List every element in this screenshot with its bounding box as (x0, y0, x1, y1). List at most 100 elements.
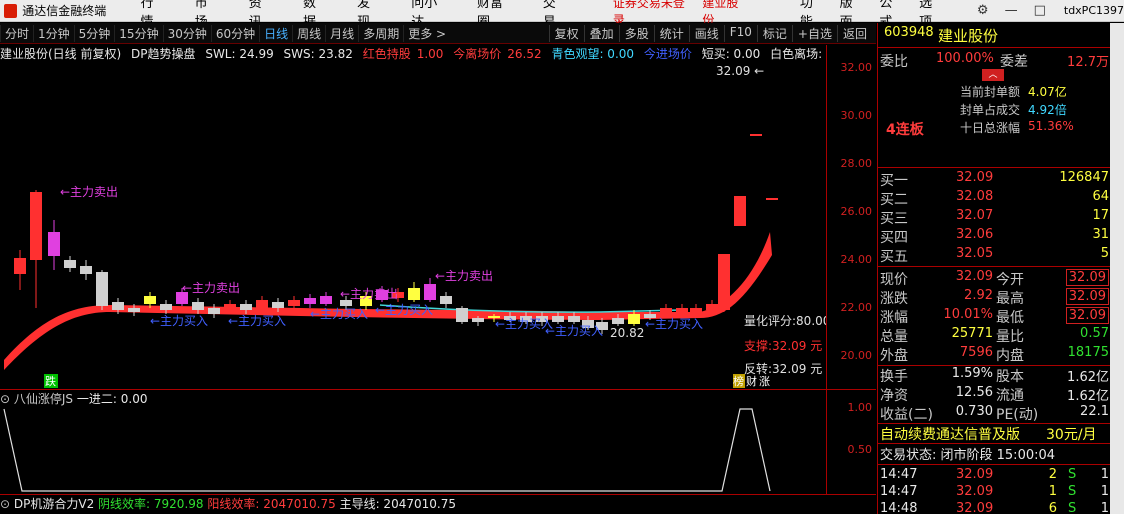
tick-price: 32.09 (956, 501, 994, 514)
sell-annotation: ←主力卖出 (340, 287, 398, 301)
chart-tool-button[interactable]: 叠加 (583, 24, 619, 42)
ten-day-label: 十日总涨幅 (960, 121, 1021, 135)
tick-price: 32.09 (956, 484, 994, 499)
candle-body (240, 304, 252, 310)
candle-body (734, 196, 746, 226)
minimize-icon[interactable]: — (1005, 3, 1018, 18)
yin-efficiency: 阴线效率: 7920.98 (98, 497, 204, 511)
today-leave-value: 26.52 (507, 47, 542, 61)
ad-price[interactable]: 30元/月 (1046, 424, 1097, 444)
tick-side: S (1068, 484, 1077, 499)
quant-score: 量化评分:80.00 (744, 314, 826, 328)
candle-body (112, 302, 124, 310)
limit-up-indicator-chart[interactable] (0, 405, 826, 495)
pane2-title[interactable]: 八仙涨停JS (14, 392, 73, 406)
stat-value: 0.730 (955, 404, 993, 419)
red-hold-value: 1.00 (416, 47, 444, 61)
trade-status: 交易状态: 闭市阶段 15:00:04 (880, 448, 1056, 463)
pane-collapse-icon[interactable]: ⊙ (0, 497, 10, 511)
tick-side: S (1068, 467, 1077, 482)
buy-level-row[interactable]: 买二 32.08 64 (878, 189, 1111, 208)
buy-level-row[interactable]: 买五 32.05 5 (878, 246, 1111, 265)
right-scrollbar[interactable] (1110, 23, 1124, 514)
reverse-level: 反转:32.09 元 (744, 361, 822, 376)
sell-annotation: ←主力卖出 (435, 269, 493, 283)
settings-icon[interactable]: ⚙ (977, 3, 989, 18)
buy-level-price: 32.08 (956, 189, 994, 204)
sell-annotation: ←主力卖出 (60, 185, 118, 199)
buy-level-price: 32.07 (956, 208, 994, 223)
period-tab[interactable]: 月线 (325, 24, 358, 42)
stat-label: 总量 (880, 329, 908, 345)
tag-cai[interactable]: 财 (746, 374, 757, 388)
period-tab[interactable]: 5分钟 (73, 24, 115, 42)
period-tab[interactable]: 30分钟 (162, 24, 211, 42)
pane-collapse-icon[interactable]: ⊙ (0, 392, 10, 406)
weibi-row: 委比 100.00% 委差 12.7万 (878, 51, 1111, 70)
candle-body (304, 298, 316, 304)
buy-level-price: 32.09 (956, 170, 994, 185)
candle-body (128, 308, 140, 312)
indicator-name[interactable]: DP趋势操盘 (131, 47, 195, 61)
candle-body (408, 288, 420, 300)
sell-annotation: ←主力卖出 (182, 281, 240, 295)
period-tab[interactable]: 周线 (292, 24, 325, 42)
ad-row[interactable]: 自动续费通达信普及版 30元/月 (878, 424, 1111, 443)
period-tab[interactable]: 分时 (0, 24, 33, 42)
tick-time: 14:47 (880, 484, 918, 499)
chart-tool-button[interactable]: 画线 (688, 24, 724, 42)
low-price-label: 20.82 (610, 326, 644, 340)
tick-volume: 2 (1048, 467, 1057, 482)
stat-value: 25771 (951, 326, 993, 341)
cyan-watch-value: 青色观望: 0.00 (551, 47, 635, 61)
candle-body (144, 296, 156, 304)
stat-label: 收益(二) (880, 407, 933, 423)
buy-annotation: ←主力买入 (545, 324, 603, 338)
stock-title: 建业股份(日线 前复权) (0, 47, 122, 61)
buy-level-row[interactable]: 买四 32.06 31 (878, 227, 1111, 246)
stat-label: 净资 (880, 388, 908, 404)
chart-tool-button[interactable]: F10 (723, 24, 757, 42)
stat-value: 18175 (1067, 345, 1109, 360)
stat-value: 32.09 (1065, 269, 1109, 286)
indicator-line (3, 408, 771, 492)
stat-label: 涨跌 (880, 291, 908, 307)
chart-tool-button[interactable]: 多股 (618, 24, 654, 42)
window-controls: ⚙ — □ (977, 3, 1062, 18)
buy-level-row[interactable]: 买三 32.07 17 (878, 208, 1111, 227)
expand-up-icon[interactable]: ︿ (982, 69, 1004, 81)
stat-label: 最高 (996, 291, 1024, 307)
pane3-title[interactable]: DP机游合力V2 (14, 497, 94, 511)
yang-efficiency: 阳线效率: 2047010.75 (207, 497, 336, 511)
buy-level-label: 买五 (880, 249, 908, 265)
period-tab[interactable]: 日线 (259, 24, 292, 42)
ad-text[interactable]: 自动续费通达信普及版 (880, 424, 1020, 444)
period-tab[interactable]: 60分钟 (210, 24, 259, 42)
app-logo-icon (4, 3, 18, 18)
chart-tool-button[interactable]: 复权 (548, 24, 584, 42)
buy-level-label: 买一 (880, 173, 908, 189)
chart-tool-button[interactable]: 统计 (653, 24, 689, 42)
period-tab[interactable]: 更多 > (403, 24, 450, 42)
chart-tool-button[interactable]: 返回 (836, 24, 872, 42)
period-tab[interactable]: 1分钟 (33, 24, 74, 42)
tag-die[interactable]: 跌 (45, 374, 56, 388)
period-tab[interactable]: 15分钟 (114, 24, 162, 42)
short-buy-value: 短买: 0.00 (701, 47, 761, 61)
candle-body (568, 316, 580, 322)
candle-body (30, 192, 42, 260)
quote-stat-row: 总量 25771 量比 0.57 (878, 326, 1111, 345)
tag-zhang[interactable]: 涨 (759, 375, 770, 388)
buy-level-volume: 17 (1092, 208, 1109, 223)
maximize-icon[interactable]: □ (1034, 3, 1046, 18)
kline-chart[interactable]: ←主力卖出 ←主力卖出 ←主力卖出 ←主力卖出 ←主力买入 ←主力买入 ←主力买… (0, 60, 826, 390)
tag-bang[interactable]: 榜 (733, 374, 744, 388)
chart-tool-button[interactable]: +自选 (791, 24, 837, 42)
buy-level-row[interactable]: 买一 32.09 126847 (878, 170, 1111, 189)
chart-tool-button[interactable]: 标记 (756, 24, 792, 42)
stat-label: 量比 (996, 329, 1024, 345)
candle-body (320, 296, 332, 304)
period-tab[interactable]: 多周期 (358, 24, 403, 42)
buy-level-volume: 5 (1100, 246, 1109, 261)
stat-label: 股本 (996, 369, 1024, 385)
